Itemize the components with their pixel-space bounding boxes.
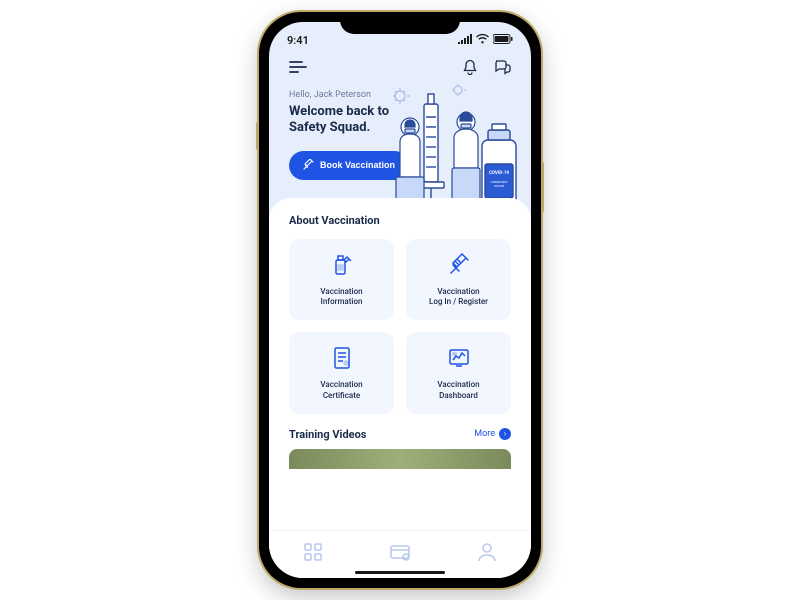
videos-header: Training Videos More › [289,428,511,441]
wifi-icon [476,34,489,47]
battery-icon [493,34,513,47]
about-title: About Vaccination [289,214,511,227]
status-icons [458,34,513,47]
svg-text:CORONAVIRUS: CORONAVIRUS [491,181,508,184]
phone-frame: 9:41 [259,12,541,588]
syringe-icon [447,253,471,277]
tile-vaccination-login[interactable]: Vaccination Log In / Register [406,239,511,321]
video-thumbnail-peek[interactable] [289,449,511,469]
chat-icon[interactable] [493,58,511,76]
more-label: More [474,429,495,439]
top-bar [289,58,511,76]
tile-vaccination-information[interactable]: Vaccination Information [289,239,394,321]
syringe-small-icon [303,159,314,172]
bottle-label: COVID-19 [489,170,510,176]
bell-icon[interactable] [461,58,479,76]
certificate-icon [330,346,354,370]
welcome-title: Welcome back to Safety Squad. [289,104,409,137]
svg-text:VACCINE: VACCINE [494,185,505,188]
phone-notch [340,12,460,34]
content-card: About Vaccination Vaccination Informatio… [269,198,531,579]
app-screen: 9:41 [269,22,531,578]
tile-label: Vaccination Log In / Register [429,287,488,309]
tile-label: Vaccination Dashboard [437,380,479,402]
greeting-text: Hello, Jack Peterson [289,90,511,100]
tile-vaccination-certificate[interactable]: Vaccination Certificate [289,332,394,414]
nav-home-icon[interactable] [302,541,324,563]
tile-label: Vaccination Information [320,287,362,309]
tile-vaccination-dashboard[interactable]: Vaccination Dashboard [406,332,511,414]
about-grid: Vaccination Information Vaccination Log … [289,239,511,414]
hero-section: Hello, Jack Peterson Welcome back to Saf… [269,52,531,194]
signal-icon [458,34,472,47]
more-link[interactable]: More › [474,428,511,440]
nav-card-icon[interactable] [389,541,411,563]
status-time: 9:41 [287,34,309,47]
nav-profile-icon[interactable] [476,541,498,563]
home-indicator [355,571,445,574]
menu-icon[interactable] [289,58,307,76]
dashboard-icon [447,346,471,370]
tile-label: Vaccination Certificate [320,380,362,402]
book-vaccination-button[interactable]: Book Vaccination [289,151,409,180]
videos-title: Training Videos [289,428,366,441]
vaccine-bottle-icon [330,253,354,277]
chevron-right-icon: › [499,428,511,440]
cta-label: Book Vaccination [320,160,395,170]
